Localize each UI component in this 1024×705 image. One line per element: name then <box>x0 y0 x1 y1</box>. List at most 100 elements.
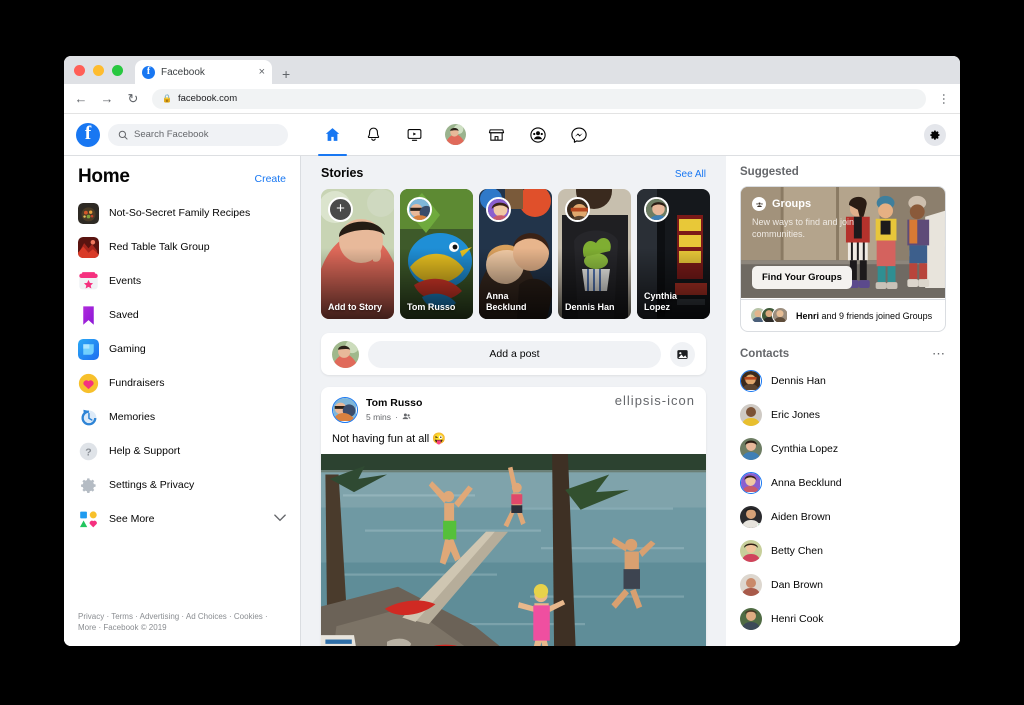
sidebar-item-help-support[interactable]: ? Help & Support <box>64 434 300 468</box>
groups-footer-rest: and 9 friends joined Groups <box>819 310 933 321</box>
post-header: Tom Russo 5 mins · ellipsis-icon <box>321 387 706 423</box>
sidebar-item-settings-privacy[interactable]: Settings & Privacy <box>64 468 300 502</box>
nav-marketplace[interactable] <box>476 114 517 156</box>
add-story-button[interactable]: + <box>328 197 353 222</box>
groups-card-description: New ways to find and join communities. <box>752 217 855 240</box>
footer-links-line-1[interactable]: Privacy · Terms · Advertising · Ad Choic… <box>78 611 286 623</box>
contact-anna-becklund[interactable]: Anna Becklund <box>740 466 946 500</box>
avatar-image <box>740 438 762 460</box>
groups-badge-label: Groups <box>772 198 812 210</box>
nav-watch[interactable] <box>394 114 435 156</box>
sidebar-item-not-so-secret-family-recipes[interactable]: Not-So-Secret Family Recipes <box>64 196 300 230</box>
saved-bookmark-icon <box>78 305 99 326</box>
contacts-header: Contacts ⋯ <box>740 347 946 360</box>
add-photo-button[interactable] <box>670 341 695 367</box>
footer-links-line-2[interactable]: More · Facebook © 2019 <box>78 622 286 634</box>
sidebar-item-memories[interactable]: Memories <box>64 400 300 434</box>
avatar <box>740 506 762 528</box>
maximize-window-button[interactable] <box>112 64 123 76</box>
sidebar-item-saved[interactable]: Saved <box>64 298 300 332</box>
nav-groups[interactable] <box>517 114 558 156</box>
address-bar[interactable]: 🔒 facebook.com <box>152 88 926 109</box>
post-options-button[interactable]: ellipsis-icon <box>615 394 695 407</box>
avatar <box>740 574 762 596</box>
contact-aiden-brown[interactable]: Aiden Brown <box>740 500 946 534</box>
events-calendar-icon <box>79 271 98 289</box>
sidebar-item-gaming[interactable]: Gaming <box>64 332 300 366</box>
left-sidebar: Home Create Not-So-Secret Family Recipes… <box>64 156 301 646</box>
contact-name: Anna Becklund <box>771 477 842 489</box>
avatar <box>772 307 789 324</box>
avatar-image <box>740 574 762 596</box>
search-input[interactable]: Search Facebook <box>108 123 288 146</box>
minimize-window-button[interactable] <box>93 64 104 76</box>
avatar <box>740 404 762 426</box>
facebook-logo[interactable]: f <box>76 122 100 147</box>
contact-name: Dan Brown <box>771 579 823 591</box>
avatar-stack <box>750 307 789 324</box>
create-link[interactable]: Create <box>254 173 286 185</box>
gear-icon <box>930 130 940 140</box>
story-card-cynthia-lopez[interactable]: Cynthia Lopez <box>637 189 710 319</box>
new-tab-button[interactable]: + <box>282 67 290 81</box>
reload-icon[interactable]: ↻ <box>126 92 140 105</box>
page-title: Home <box>78 166 130 187</box>
separator: · <box>395 411 398 422</box>
right-sidebar: Suggested Groups New ways to find and jo… <box>726 156 960 646</box>
nav-home[interactable] <box>312 114 353 156</box>
find-your-groups-button[interactable]: Find Your Groups <box>752 266 852 289</box>
nav-notifications[interactable] <box>353 114 394 156</box>
memories-clock-icon <box>78 407 99 428</box>
post-submeta: 5 mins · <box>366 412 607 422</box>
browser-menu-icon[interactable]: ⋯ <box>937 93 951 105</box>
close-window-button[interactable] <box>74 64 85 76</box>
groups-icon <box>529 126 546 143</box>
add-post-input[interactable]: Add a post <box>368 340 661 368</box>
clock-rewind-icon <box>81 409 97 425</box>
story-label: Tom Russo <box>407 302 456 313</box>
story-card-dennis-han[interactable]: Dennis Han <box>558 189 631 319</box>
story-card-tom-russo[interactable]: Tom Russo <box>400 189 473 319</box>
story-label: Anna Becklund <box>486 291 527 313</box>
story-avatar <box>407 197 432 222</box>
events-icon <box>78 271 99 292</box>
story-card-add[interactable]: + Add to Story <box>321 189 394 319</box>
groups-card-media: Groups New ways to find and join communi… <box>741 187 945 299</box>
gaming-controller-icon <box>78 338 99 360</box>
contacts-options-button[interactable]: ⋯ <box>932 347 946 360</box>
close-icon[interactable]: × <box>259 66 265 78</box>
sidebar-item-events[interactable]: Events <box>64 264 300 298</box>
sidebar-item-label: Red Table Talk Group <box>109 241 210 253</box>
contact-dan-brown[interactable]: Dan Brown <box>740 568 946 602</box>
contact-eric-jones[interactable]: Eric Jones <box>740 398 946 432</box>
contact-dennis-han[interactable]: Dennis Han <box>740 364 946 398</box>
story-card-anna-becklund[interactable]: Anna Becklund <box>479 189 552 319</box>
contact-betty-chen[interactable]: Betty Chen <box>740 534 946 568</box>
sidebar-item-red-table-talk-group[interactable]: Red Table Talk Group <box>64 230 300 264</box>
suggested-groups-card[interactable]: Groups New ways to find and join communi… <box>740 186 946 332</box>
back-icon[interactable]: ← <box>74 92 88 105</box>
story-avatar <box>565 197 590 222</box>
nav-messenger[interactable] <box>558 114 599 156</box>
stories-see-all-link[interactable]: See All <box>675 169 706 180</box>
sidebar-item-see-more[interactable]: See More <box>64 502 300 536</box>
chevron-glyph <box>274 513 286 521</box>
avatar[interactable] <box>332 397 358 423</box>
facebook-body: Home Create Not-So-Secret Family Recipes… <box>64 156 960 646</box>
groups-card-footer: Henri and 9 friends joined Groups <box>741 299 945 331</box>
chevron-down-icon[interactable] <box>274 513 286 525</box>
post-image[interactable] <box>321 454 706 646</box>
post-composer[interactable]: Add a post <box>321 333 706 375</box>
contact-henri-cook[interactable]: Henri Cook <box>740 602 946 636</box>
post-meta: Tom Russo 5 mins · <box>366 397 607 422</box>
contact-name: Henri Cook <box>771 613 824 625</box>
sidebar-header: Home Create <box>64 166 300 196</box>
forward-icon[interactable]: → <box>100 92 114 105</box>
post-author[interactable]: Tom Russo <box>366 397 607 411</box>
nav-profile[interactable] <box>435 114 476 156</box>
settings-button[interactable] <box>924 123 946 146</box>
contact-cynthia-lopez[interactable]: Cynthia Lopez <box>740 432 946 466</box>
avatar <box>332 340 359 368</box>
sidebar-item-fundraisers[interactable]: Fundraisers <box>64 366 300 400</box>
browser-tab[interactable]: f Facebook × <box>135 60 272 84</box>
